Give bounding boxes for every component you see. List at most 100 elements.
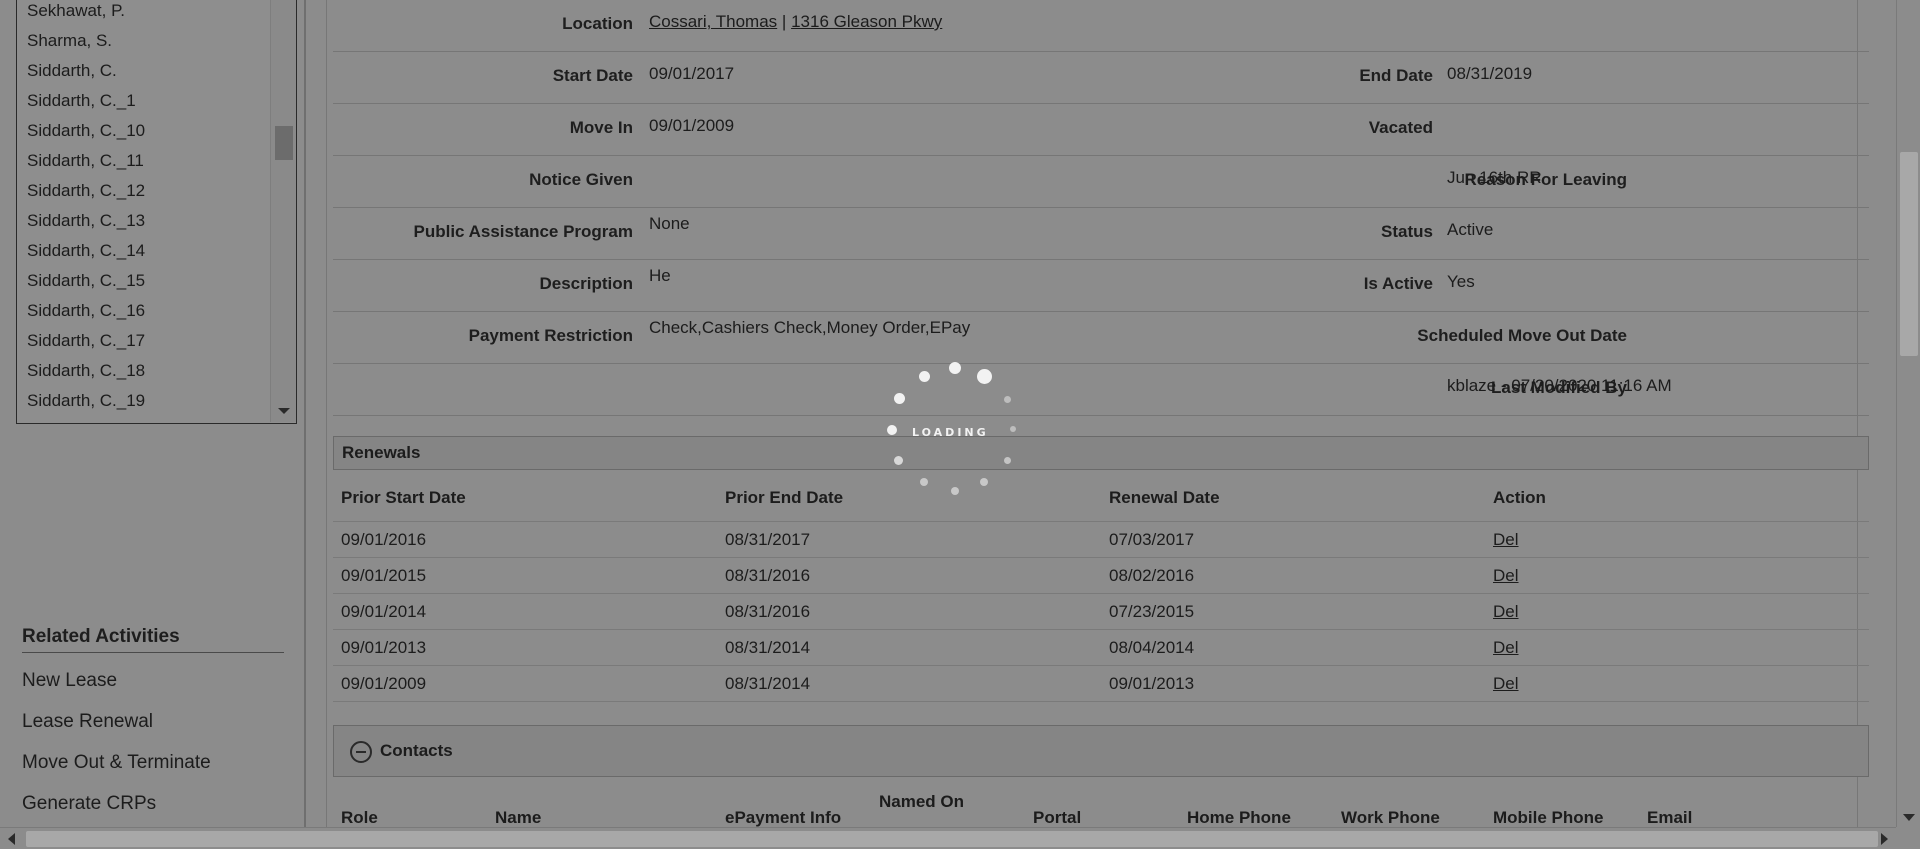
public-assistance-label: Public Assistance Program <box>413 222 633 241</box>
horizontal-scroll-thumb[interactable] <box>26 831 1878 847</box>
vertical-scrollbar[interactable] <box>1896 0 1920 827</box>
start-date-value: 09/01/2017 <box>649 64 735 83</box>
list-item[interactable]: Siddarth, C._1 <box>17 86 271 116</box>
spinner-dot <box>980 478 988 486</box>
vertical-scroll-thumb[interactable] <box>1900 152 1918 356</box>
column-header: Role <box>341 808 378 827</box>
new-lease-link[interactable]: New Lease <box>22 660 284 701</box>
prior-end-date-cell: 08/31/2014 <box>725 638 811 657</box>
renewals-table: Prior Start Date Prior End Date Renewal … <box>333 474 1869 702</box>
detail-row-location: Location Cossari, Thomas | 1316 Gleason … <box>333 0 1869 52</box>
list-item[interactable]: Siddarth, C._15 <box>17 266 271 296</box>
column-header: Prior Start Date <box>341 488 466 507</box>
prior-start-date-cell: 09/01/2013 <box>341 638 427 657</box>
column-header: Portal <box>1033 808 1082 827</box>
description-value: He <box>649 266 671 285</box>
public-assistance-value: None <box>649 214 690 233</box>
spinner-dot <box>949 362 961 374</box>
renewal-date-cell: 09/01/2013 <box>1109 674 1195 693</box>
table-header-row: Prior Start Date Prior End Date Renewal … <box>333 474 1869 522</box>
listbox-scrollbar[interactable] <box>270 0 296 422</box>
spinner-dot <box>1010 426 1016 432</box>
generate-crps-link[interactable]: Generate CRPs <box>22 783 284 824</box>
list-item[interactable]: Siddarth, C._16 <box>17 296 271 326</box>
prior-start-date-cell: 09/01/2014 <box>341 602 427 621</box>
table-row: 09/01/2009 08/31/2014 09/01/2013 Del <box>333 666 1869 702</box>
lease-renewal-link[interactable]: Lease Renewal <box>22 701 284 742</box>
column-header: Renewal Date <box>1109 488 1220 507</box>
list-item[interactable]: Sekhawat, P. <box>17 0 271 26</box>
prior-end-date-cell: 08/31/2017 <box>725 530 811 549</box>
reason-for-leaving-label: Reason For Leaving <box>1464 170 1627 189</box>
column-header: ePayment Info <box>725 808 842 827</box>
column-header: Home Phone <box>1187 808 1291 827</box>
payment-restriction-value: Check,Cashiers Check,Money Order,EPay <box>649 318 971 337</box>
listbox-scroll-thumb[interactable] <box>275 126 293 160</box>
tenant-link[interactable]: Cossari, Thomas <box>649 12 777 31</box>
move-out-terminate-link[interactable]: Move Out & Terminate <box>22 742 284 783</box>
location-value: Cossari, Thomas | 1316 Gleason Pkwy <box>649 12 942 32</box>
delete-link[interactable]: Del <box>1493 530 1519 550</box>
notice-given-label: Notice Given <box>529 170 633 189</box>
list-item[interactable]: Siddarth, C._10 <box>17 116 271 146</box>
loading-spinner: LOADING <box>880 362 1030 502</box>
prior-start-date-cell: 09/01/2015 <box>341 566 427 585</box>
list-item[interactable]: Siddarth, C._19 <box>17 386 271 416</box>
column-header: Name <box>495 808 542 827</box>
delete-link[interactable]: Del <box>1493 566 1519 586</box>
renewal-date-cell: 08/02/2016 <box>1109 566 1195 585</box>
delete-link[interactable]: Del <box>1493 638 1519 658</box>
is-active-value: Yes <box>1447 272 1475 291</box>
description-label: Description <box>539 274 633 293</box>
renewal-date-cell: 08/04/2014 <box>1109 638 1195 657</box>
list-item[interactable]: Siddarth, C. <box>17 56 271 86</box>
contacts-section-header[interactable]: Contacts <box>333 725 1869 777</box>
detail-row-payment: Payment Restriction Check,Cashiers Check… <box>333 312 1869 364</box>
detail-row-dates: Start Date 09/01/2017 End Date 08/31/201… <box>333 52 1869 104</box>
table-row: 09/01/2013 08/31/2014 08/04/2014 Del <box>333 630 1869 666</box>
column-header: Named On <box>879 792 965 811</box>
horizontal-scrollbar[interactable] <box>0 827 1896 849</box>
sidebar: Sekhawat, P. Sharma, S. Siddarth, C. Sid… <box>0 0 306 827</box>
table-row: 09/01/2016 08/31/2017 07/03/2017 Del <box>333 522 1869 558</box>
prior-end-date-cell: 08/31/2016 <box>725 602 811 621</box>
column-header: Mobile Phone <box>1493 808 1604 827</box>
start-date-label: Start Date <box>552 66 633 85</box>
list-item[interactable]: Siddarth, C._14 <box>17 236 271 266</box>
chevron-down-icon[interactable] <box>278 408 290 414</box>
detail-row-assistance: Public Assistance Program None Status Ac… <box>333 208 1869 260</box>
scheduled-move-out-label: Scheduled Move Out Date <box>1417 326 1627 345</box>
renewal-date-cell: 07/23/2015 <box>1109 602 1195 621</box>
list-item[interactable]: Siddarth, C._13 <box>17 206 271 236</box>
scroll-left-arrow-icon[interactable] <box>8 833 15 845</box>
column-header: Email <box>1647 808 1693 827</box>
delete-link[interactable]: Del <box>1493 674 1519 694</box>
end-date-label: End Date <box>1359 66 1433 85</box>
delete-link[interactable]: Del <box>1493 602 1519 622</box>
list-item[interactable]: Siddarth, C._17 <box>17 326 271 356</box>
prior-start-date-cell: 09/01/2016 <box>341 530 427 549</box>
list-item[interactable]: Siddarth, C._12 <box>17 176 271 206</box>
main-content: Location Cossari, Thomas | 1316 Gleason … <box>306 0 1878 827</box>
vacated-label: Vacated <box>1368 118 1433 137</box>
spinner-dot <box>1004 396 1011 403</box>
is-active-label: Is Active <box>1363 274 1433 293</box>
list-item[interactable]: Sharma, S. <box>17 26 271 56</box>
location-separator: | <box>781 12 787 31</box>
prior-end-date-cell: 08/31/2016 <box>725 566 811 585</box>
spinner-dot <box>894 393 905 404</box>
spinner-dot <box>1004 457 1011 464</box>
detail-row-move-in: Move In 09/01/2009 Vacated <box>333 104 1869 156</box>
prior-start-date-cell: 09/01/2009 <box>341 674 427 693</box>
collapse-minus-icon[interactable] <box>350 741 372 763</box>
address-link[interactable]: 1316 Gleason Pkwy <box>791 12 942 31</box>
column-header: Work Phone <box>1341 808 1440 827</box>
scroll-down-arrow-icon[interactable] <box>1903 814 1915 821</box>
scroll-right-arrow-icon[interactable] <box>1881 833 1888 845</box>
renewal-date-cell: 07/03/2017 <box>1109 530 1195 549</box>
resident-listbox[interactable]: Sekhawat, P. Sharma, S. Siddarth, C. Sid… <box>16 0 297 424</box>
list-item[interactable]: Siddarth, C._18 <box>17 356 271 386</box>
column-header: Prior End Date <box>725 488 844 507</box>
list-item[interactable]: Siddarth, C._11 <box>17 146 271 176</box>
table-row: 09/01/2015 08/31/2016 08/02/2016 Del <box>333 558 1869 594</box>
